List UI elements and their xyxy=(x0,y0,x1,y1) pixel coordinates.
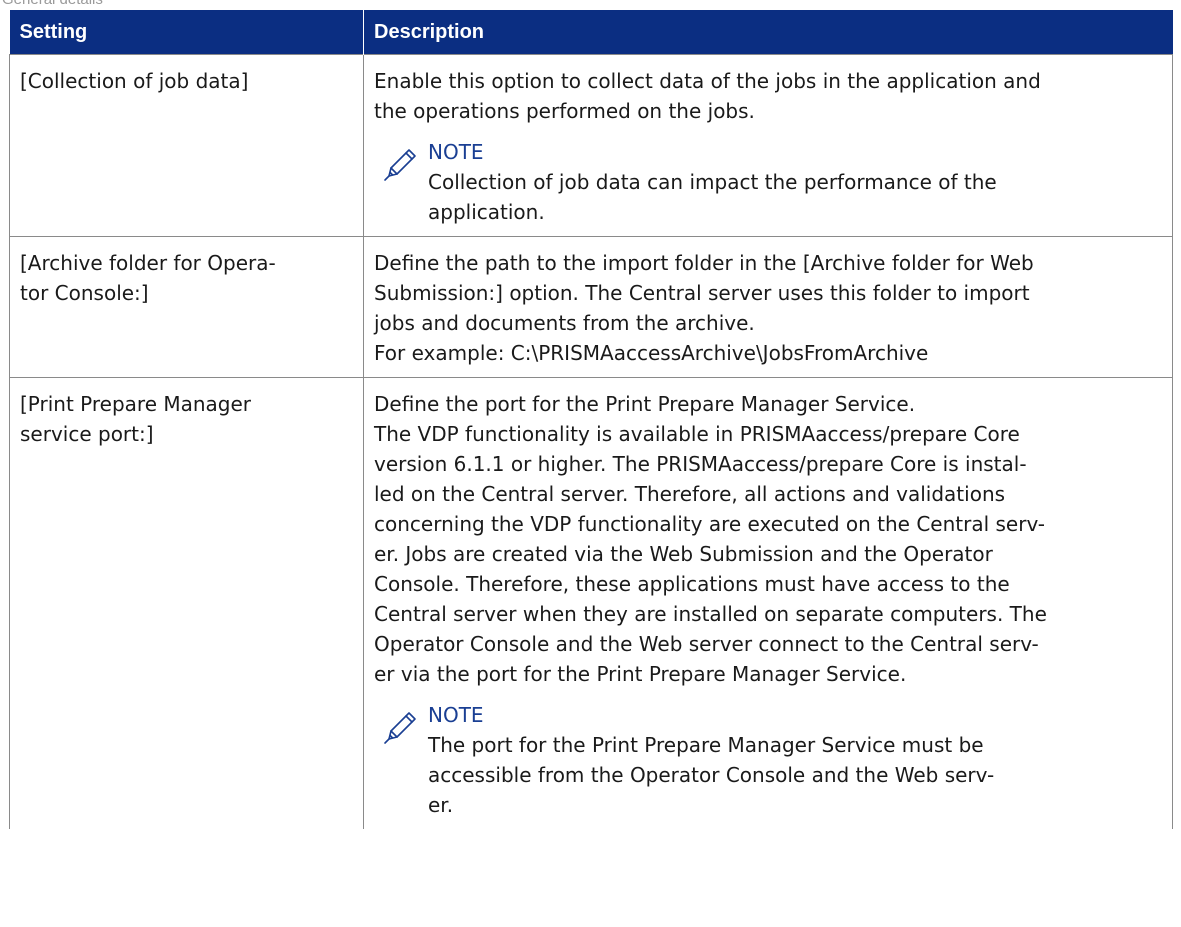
note-block: NOTE The port for the Print Prepare Mana… xyxy=(384,700,1162,820)
note-title: NOTE xyxy=(428,140,484,164)
description-cell: Define the port for the Print Prepare Ma… xyxy=(363,377,1173,829)
note-block: NOTE Collection of job data can impact t… xyxy=(384,137,1162,227)
column-header-setting: Setting xyxy=(9,10,364,55)
setting-cell: [Collection of job data] xyxy=(9,54,364,237)
pencil-note-icon xyxy=(384,712,416,744)
setting-name: [Print Prepare Manager service port:] xyxy=(20,392,252,446)
note-title: NOTE xyxy=(428,703,484,727)
description-text: Define the path to the import folder in … xyxy=(374,251,1034,365)
pencil-note-icon xyxy=(384,149,416,181)
note-text: The port for the Print Prepare Manager S… xyxy=(428,733,995,817)
column-header-description: Description xyxy=(363,10,1173,55)
description-text: Enable this option to collect data of th… xyxy=(374,69,1041,123)
description-cell: Define the path to the import folder in … xyxy=(363,236,1173,378)
settings-table: Setting Description [Collection of job d… xyxy=(9,10,1173,829)
description-text: Define the port for the Print Prepare Ma… xyxy=(374,392,1047,686)
table-caption-text: General details xyxy=(2,0,103,8)
note-text: Collection of job data can impact the pe… xyxy=(428,170,997,224)
setting-name: [Collection of job data] xyxy=(20,69,249,93)
table-row: [Print Prepare Manager service port:] De… xyxy=(9,377,1173,829)
table-caption: General details xyxy=(0,0,1181,10)
table-header-row: Setting Description xyxy=(9,10,1173,55)
setting-cell: [Archive folder for Opera- tor Console:] xyxy=(9,236,364,378)
table-row: [Collection of job data] Enable this opt… xyxy=(9,54,1173,237)
setting-name: [Archive folder for Opera- tor Console:] xyxy=(20,251,276,305)
table-row: [Archive folder for Opera- tor Console:]… xyxy=(9,236,1173,378)
description-cell: Enable this option to collect data of th… xyxy=(363,54,1173,237)
setting-cell: [Print Prepare Manager service port:] xyxy=(9,377,364,829)
